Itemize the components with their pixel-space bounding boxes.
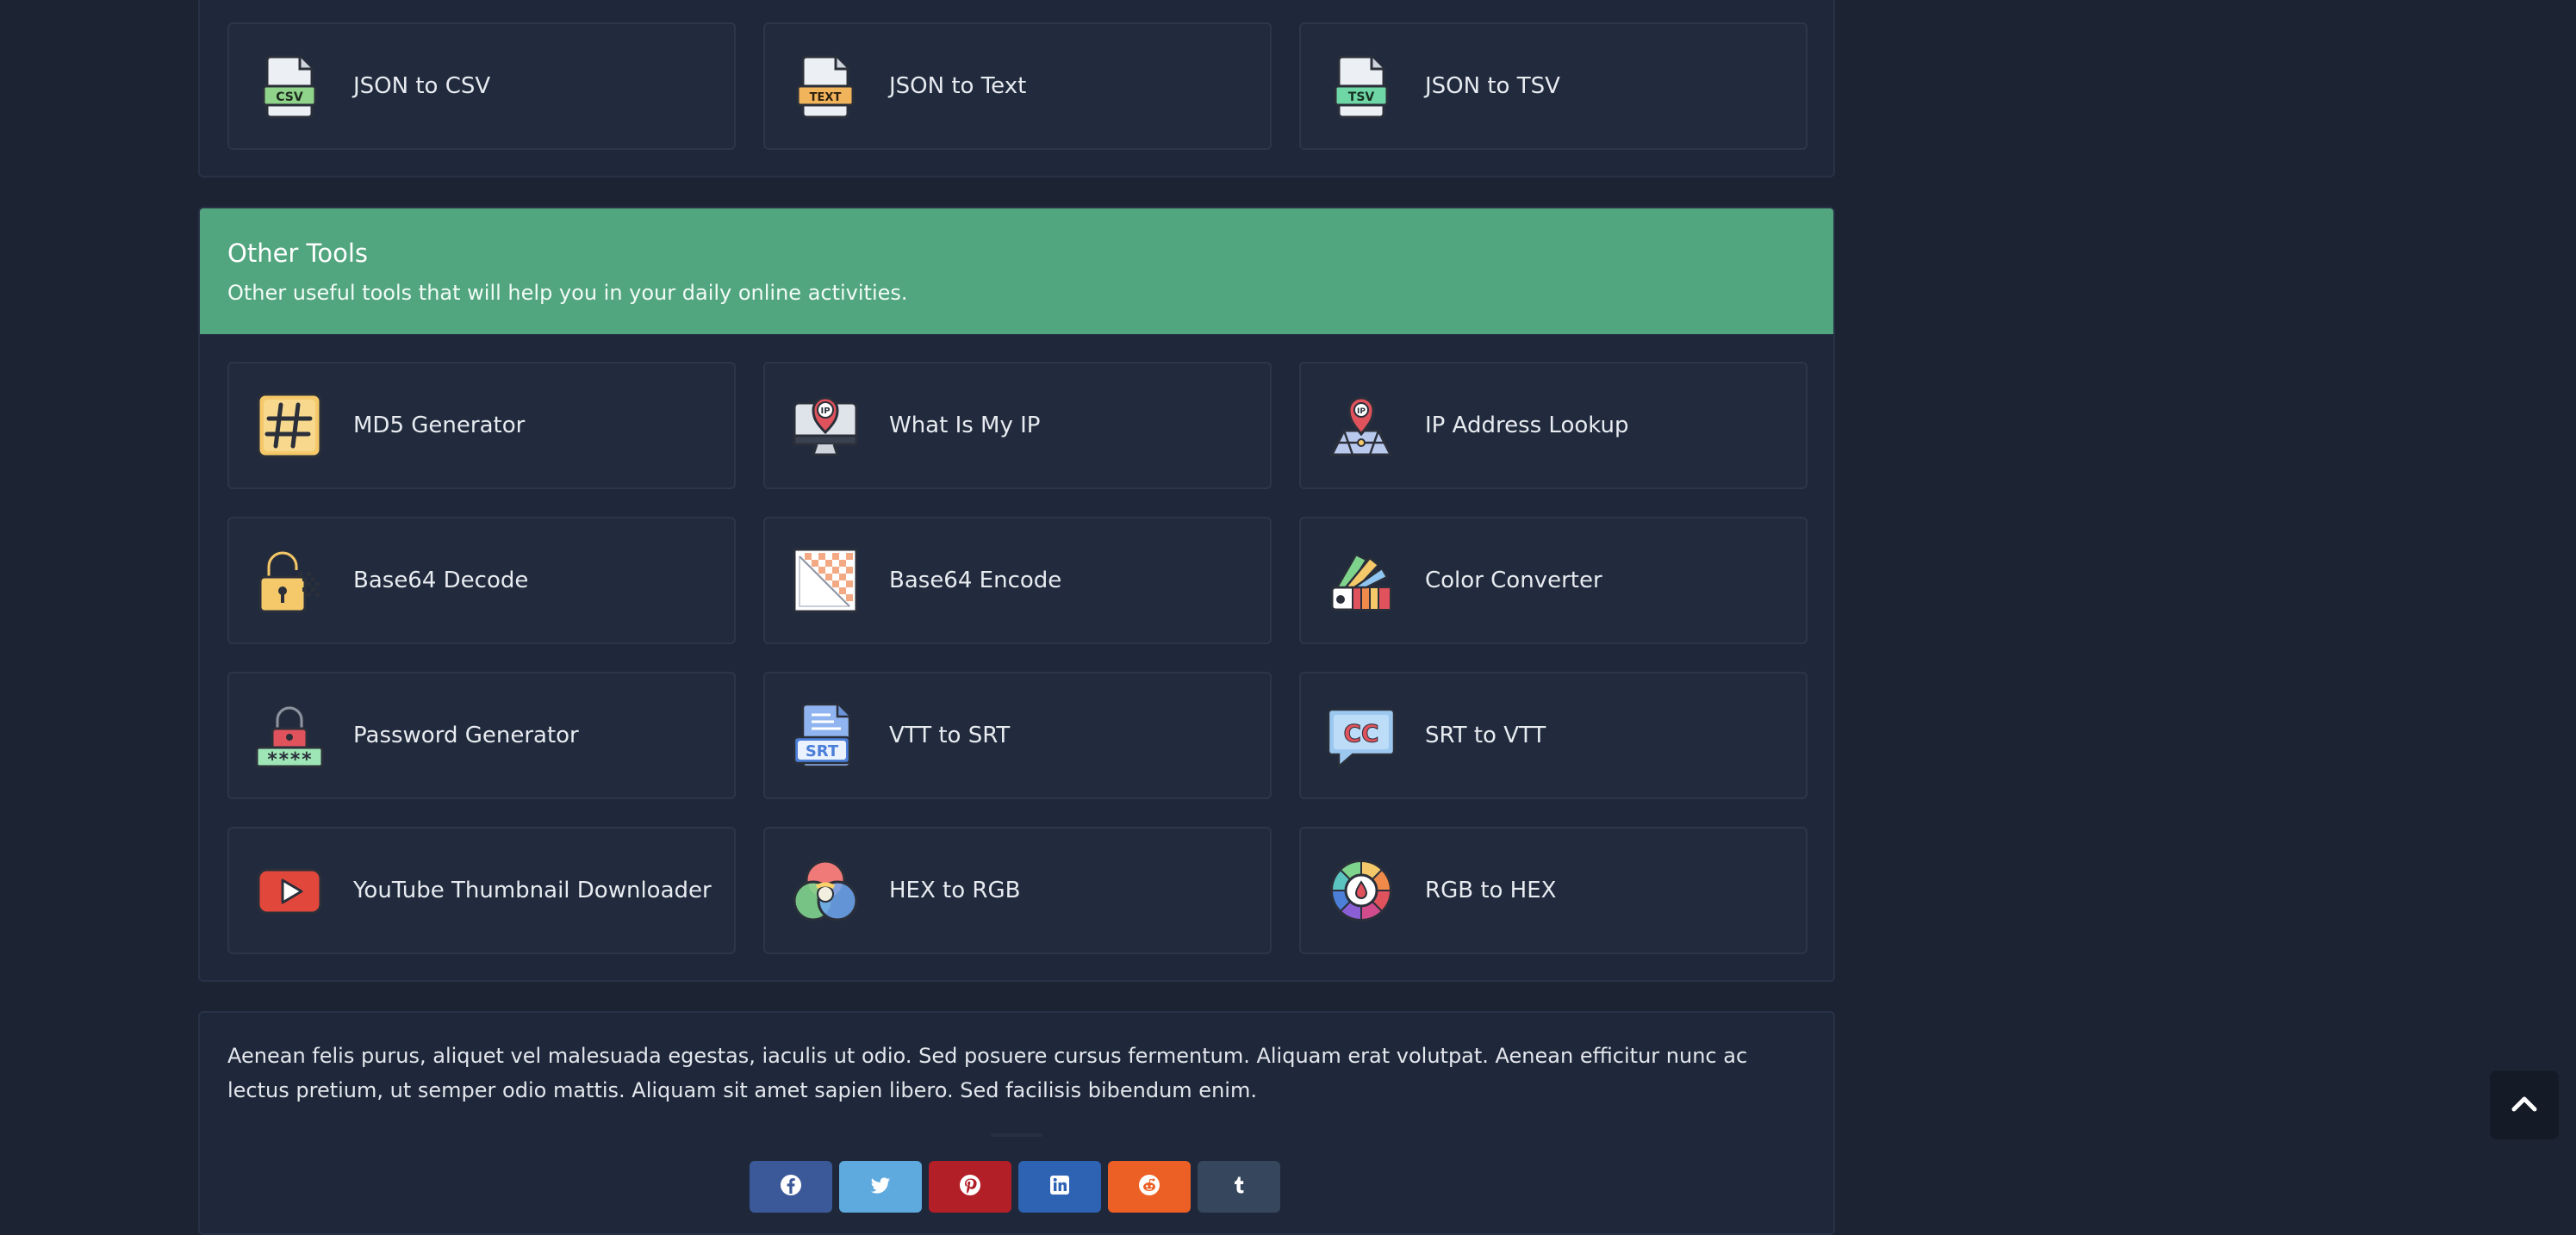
reddit-icon — [1137, 1173, 1161, 1201]
tool-label: VTT to SRT — [889, 723, 1011, 748]
share-pinterest-button[interactable] — [929, 1161, 1011, 1213]
color-wheel-icon — [1327, 856, 1396, 925]
pinterest-icon — [958, 1173, 982, 1201]
ip-badge-text: IP — [1357, 407, 1366, 416]
other-tools-panel: Other Tools Other useful tools that will… — [198, 207, 1835, 982]
divider — [991, 1133, 1042, 1137]
text-file-icon: TEXT — [791, 52, 860, 121]
checkered-image-icon — [791, 546, 860, 615]
twitter-icon — [868, 1173, 893, 1201]
section-subtitle: Other useful tools that will help you in… — [227, 281, 908, 305]
chevron-up-icon — [2507, 1086, 2542, 1124]
tool-card-json-to-text[interactable]: TEXT JSON to Text — [763, 22, 1272, 150]
tumblr-icon — [1227, 1173, 1251, 1201]
tool-label: RGB to HEX — [1425, 878, 1557, 903]
json-tools-panel: CSV JSON to CSV TEXT JSON to Text TSV JS… — [198, 0, 1835, 177]
tool-label: MD5 Generator — [353, 413, 526, 438]
share-twitter-button[interactable] — [839, 1161, 922, 1213]
password-mask-text: **** — [267, 749, 313, 770]
password-lock-icon: **** — [255, 701, 324, 770]
tool-card-what-is-my-ip[interactable]: IP What Is My IP — [763, 362, 1272, 489]
linkedin-icon — [1048, 1173, 1072, 1201]
rgb-circles-icon — [791, 856, 860, 925]
tool-card-rgb-to-hex[interactable]: RGB to HEX — [1299, 827, 1808, 954]
tool-card-color-converter[interactable]: Color Converter — [1299, 517, 1808, 644]
other-tools-grid: MD5 Generator IP What Is My IP IP IP Add… — [227, 362, 1808, 954]
tool-label: HEX to RGB — [889, 878, 1021, 903]
youtube-play-icon — [255, 856, 324, 925]
scroll-to-top-button[interactable] — [2490, 1071, 2559, 1139]
tool-card-youtube-thumbnail-downloader[interactable]: YouTube Thumbnail Downloader — [227, 827, 736, 954]
share-facebook-button[interactable] — [750, 1161, 832, 1213]
srt-file-icon: SRT — [791, 701, 860, 770]
text-badge-text: TEXT — [810, 91, 842, 104]
tool-label: YouTube Thumbnail Downloader — [353, 878, 712, 903]
monitor-ip-icon: IP — [791, 391, 860, 460]
tool-label: JSON to CSV — [353, 73, 491, 99]
csv-file-icon: CSV — [255, 52, 324, 121]
ip-badge-text: IP — [820, 406, 830, 416]
cc-bubble-icon: CC — [1327, 701, 1396, 770]
tool-label: Base64 Decode — [353, 568, 529, 593]
share-reddit-button[interactable] — [1108, 1161, 1191, 1213]
tool-label: Password Generator — [353, 723, 579, 748]
tool-card-base64-encode[interactable]: Base64 Encode — [763, 517, 1272, 644]
tool-label: Base64 Encode — [889, 568, 1062, 593]
tool-card-json-to-tsv[interactable]: TSV JSON to TSV — [1299, 22, 1808, 150]
tool-card-srt-to-vtt[interactable]: CC SRT to VTT — [1299, 672, 1808, 799]
tool-label: JSON to TSV — [1425, 73, 1560, 99]
csv-badge-text: CSV — [276, 90, 303, 104]
unlock-icon — [255, 546, 324, 615]
about-text: Aenean felis purus, aliquet vel malesuad… — [227, 1044, 1748, 1102]
srt-badge-text: SRT — [806, 742, 839, 760]
hash-icon — [255, 391, 324, 460]
tool-label: JSON to Text — [889, 73, 1027, 99]
tool-label: SRT to VTT — [1425, 723, 1546, 748]
tool-card-md5-generator[interactable]: MD5 Generator — [227, 362, 736, 489]
other-tools-header: Other Tools Other useful tools that will… — [200, 208, 1833, 334]
tsv-badge-text: TSV — [1348, 90, 1375, 104]
cc-badge-text: CC — [1343, 719, 1378, 748]
tool-card-password-generator[interactable]: **** Password Generator — [227, 672, 736, 799]
json-tools-grid: CSV JSON to CSV TEXT JSON to Text TSV JS… — [227, 22, 1808, 150]
tool-card-hex-to-rgb[interactable]: HEX to RGB — [763, 827, 1272, 954]
color-palette-icon — [1327, 546, 1396, 615]
ip-location-icon: IP — [1327, 391, 1396, 460]
share-tumblr-button[interactable] — [1198, 1161, 1280, 1213]
tool-card-json-to-csv[interactable]: CSV JSON to CSV — [227, 22, 736, 150]
tool-card-ip-address-lookup[interactable]: IP IP Address Lookup — [1299, 362, 1808, 489]
facebook-icon — [779, 1173, 803, 1201]
tool-label: IP Address Lookup — [1425, 413, 1629, 438]
section-title: Other Tools — [227, 239, 368, 268]
tool-card-vtt-to-srt[interactable]: SRT VTT to SRT — [763, 672, 1272, 799]
share-linkedin-button[interactable] — [1018, 1161, 1101, 1213]
tool-label: What Is My IP — [889, 413, 1041, 438]
tsv-file-icon: TSV — [1327, 52, 1396, 121]
share-bar — [750, 1161, 1280, 1213]
tool-card-base64-decode[interactable]: Base64 Decode — [227, 517, 736, 644]
tool-label: Color Converter — [1425, 568, 1602, 593]
